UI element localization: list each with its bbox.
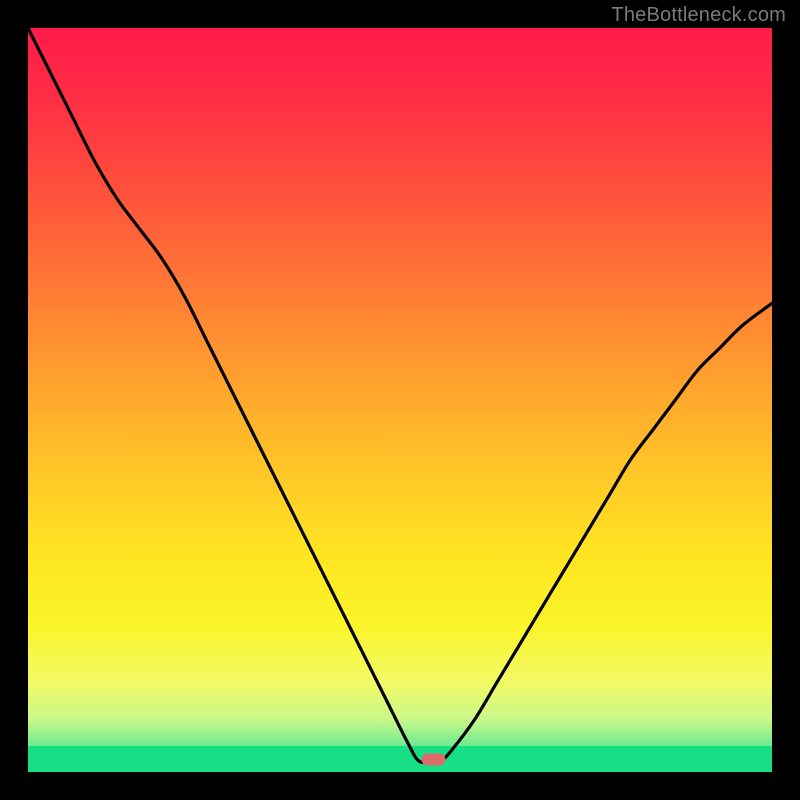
plot-background	[28, 28, 772, 772]
chart-frame: TheBottleneck.com	[0, 0, 800, 800]
bottleneck-plot	[0, 0, 800, 800]
green-strip	[28, 746, 772, 772]
optimum-marker	[421, 753, 445, 765]
watermark-text: TheBottleneck.com	[611, 4, 786, 27]
